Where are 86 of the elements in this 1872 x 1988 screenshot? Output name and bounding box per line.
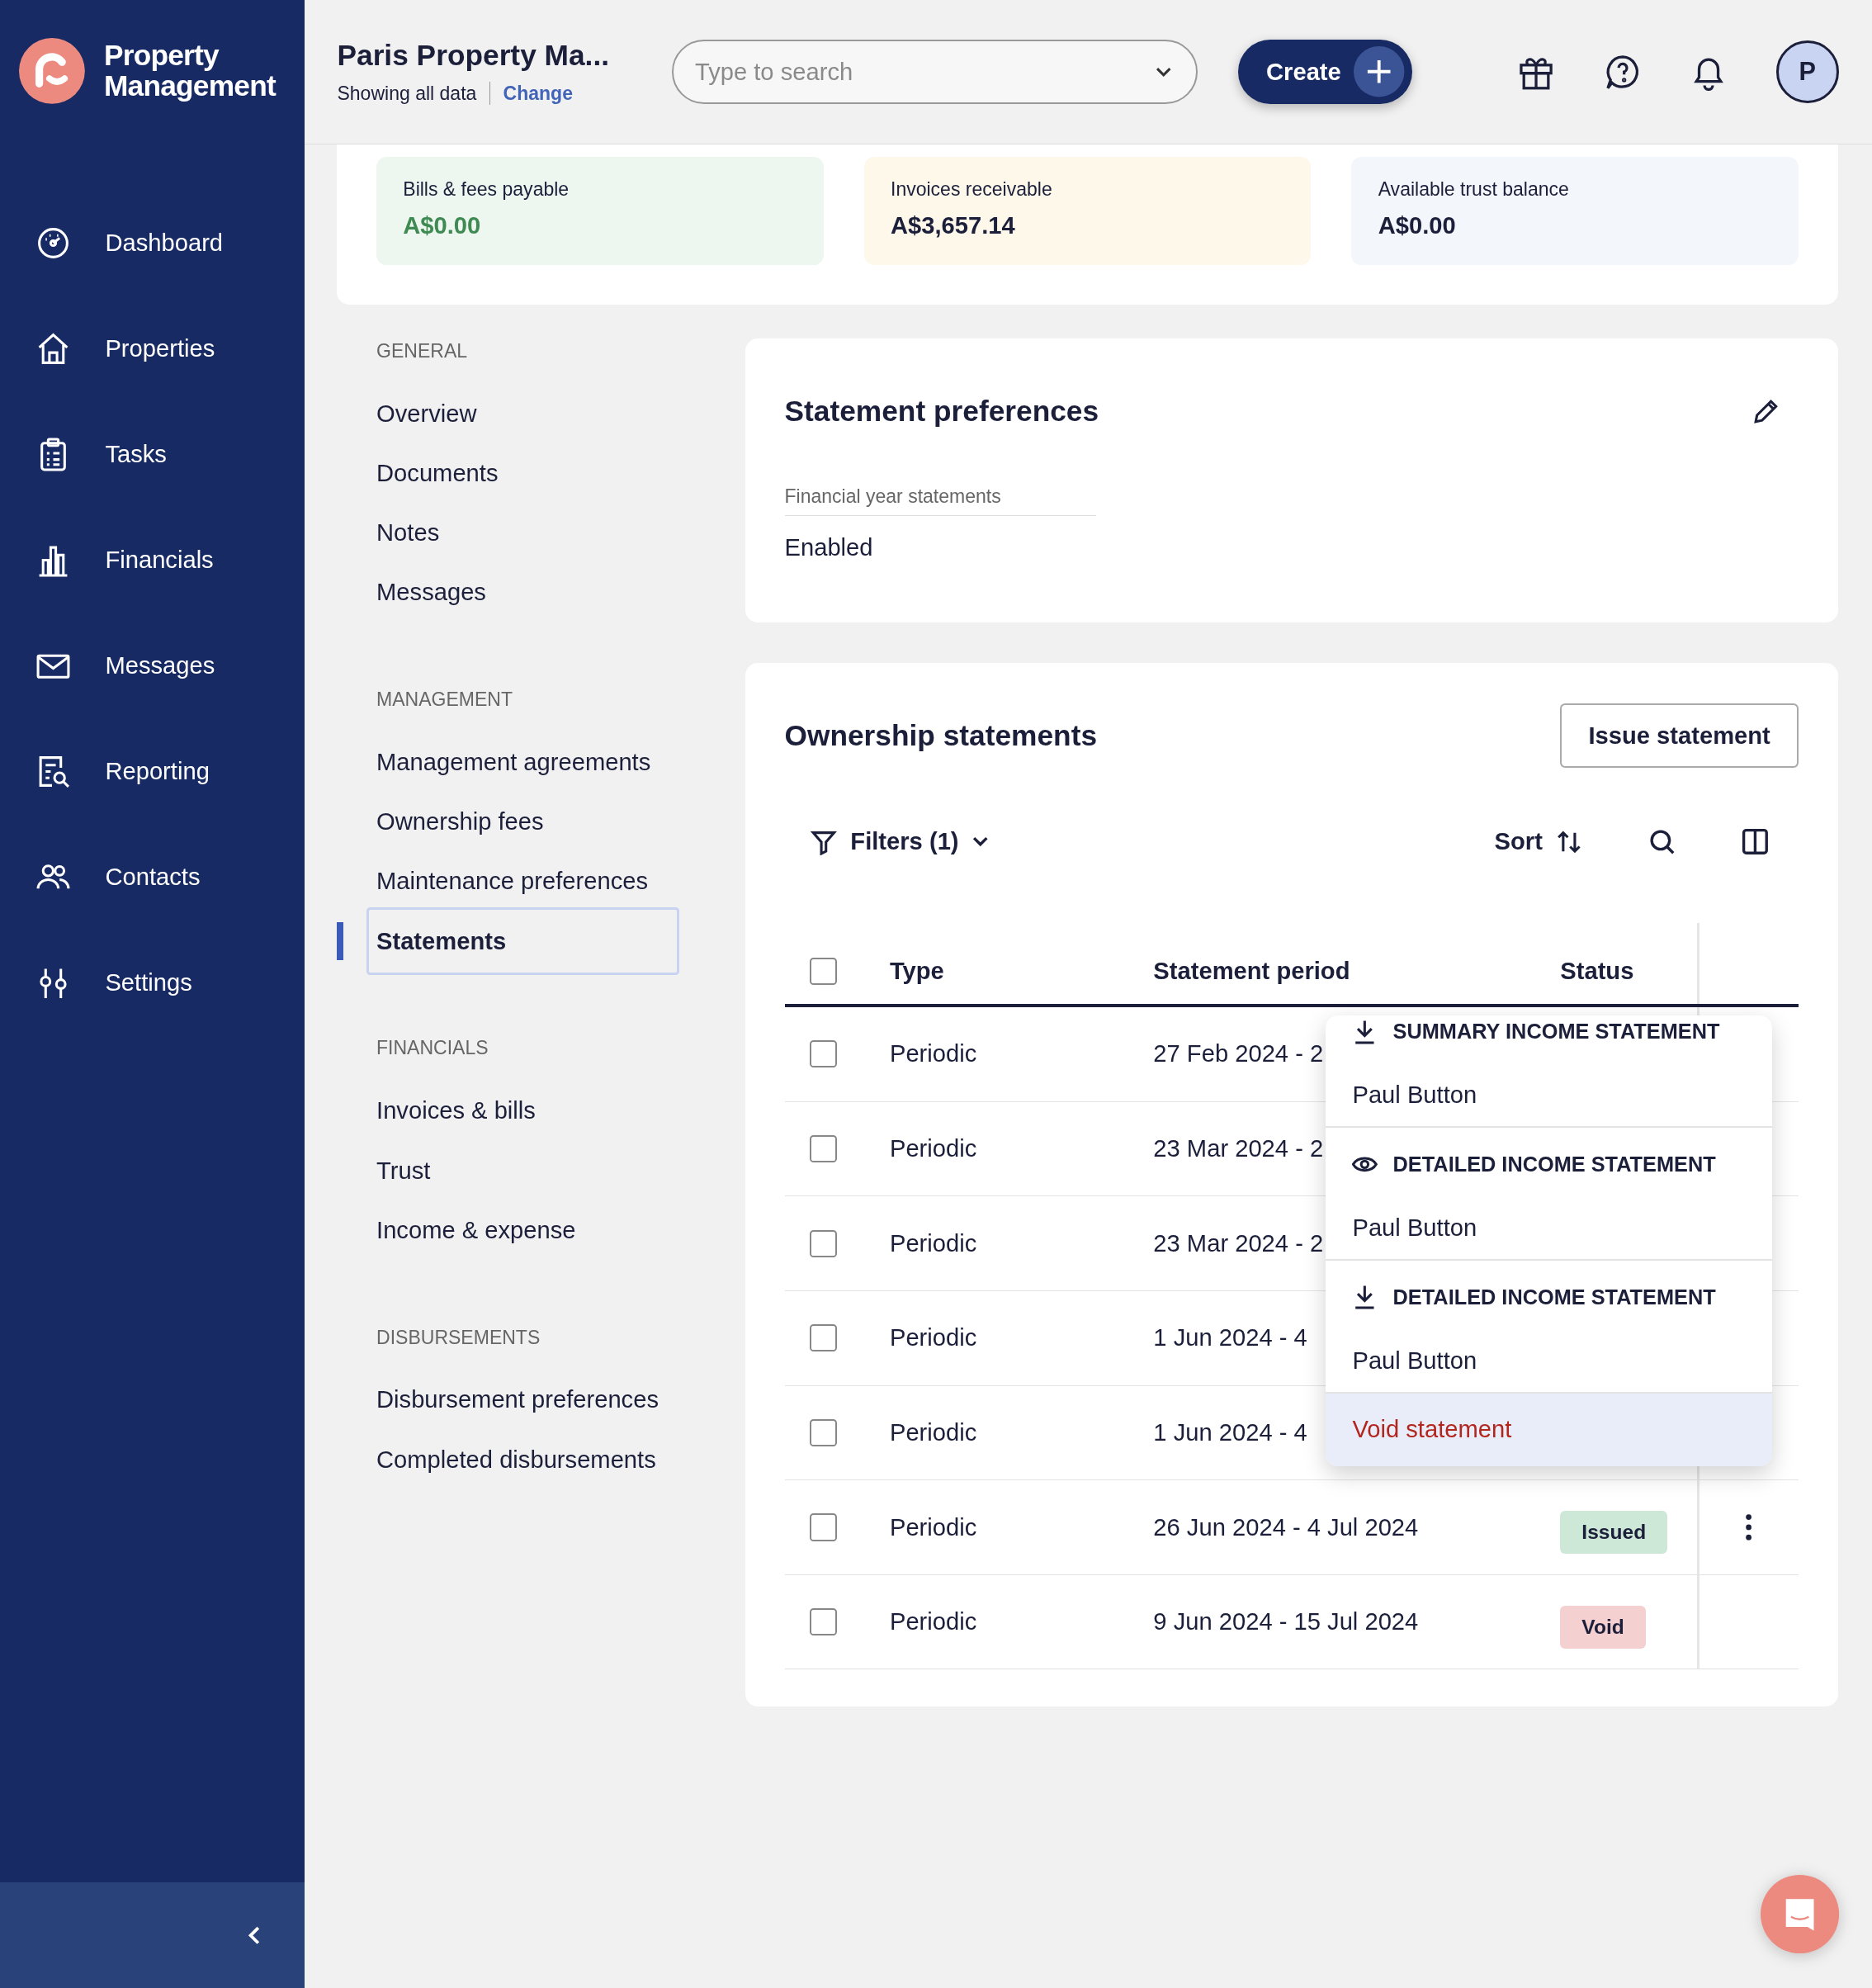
row-checkbox[interactable]	[810, 1229, 838, 1257]
subnav-item[interactable]: Trust	[337, 1157, 431, 1185]
search-field[interactable]: Type to search	[671, 39, 1198, 105]
user-avatar[interactable]: P	[1775, 40, 1840, 104]
table-cell: 23 Mar 2024 - 2	[1153, 1229, 1324, 1257]
section-heading: GENERAL	[376, 338, 469, 363]
row-checkbox[interactable]	[810, 1324, 838, 1352]
summary-value: A$3,657.14	[891, 212, 1016, 240]
subnav-item[interactable]: Income & expense	[337, 1216, 576, 1244]
section-heading: FINANCIALS	[376, 1036, 489, 1061]
summary-label: Bills & fees payable	[403, 178, 570, 201]
brand-name: Property Management	[103, 40, 277, 102]
summary-label: Invoices receivable	[891, 178, 1053, 201]
section-heading: MANAGEMENT	[376, 688, 513, 712]
table-cell: Periodic	[889, 1040, 977, 1068]
subnav-item[interactable]: Ownership fees	[337, 808, 544, 836]
subnav-item[interactable]: Messages	[337, 579, 486, 607]
issue-statement-button[interactable]: Issue statement	[1560, 703, 1799, 769]
more-options-icon[interactable]	[1745, 1513, 1753, 1541]
row-checkbox[interactable]	[810, 1608, 838, 1636]
subnav-item[interactable]: Management agreements	[337, 749, 651, 777]
sidebar-item[interactable]: Dashboard	[0, 190, 305, 296]
void-statement-item[interactable]: Void statement	[1326, 1394, 1772, 1466]
summary-value: A$0.00	[1378, 212, 1457, 240]
table-cell: Periodic	[889, 1324, 977, 1352]
sidebar-item[interactable]: Tasks	[0, 401, 305, 508]
column-header: Status	[1560, 956, 1635, 986]
column-header: Type	[889, 956, 945, 986]
table-cell: Periodic	[889, 1135, 977, 1162]
menu-item[interactable]: SUMMARY INCOME STATEMENT	[1352, 1015, 1762, 1048]
logo-icon	[19, 38, 85, 104]
summary-label: Available trust balance	[1378, 178, 1570, 201]
change-link[interactable]: Change	[503, 82, 573, 105]
selection-indicator	[337, 922, 344, 961]
field-value: Enabled	[784, 533, 874, 561]
chat-button-icon[interactable]	[1760, 1875, 1840, 1954]
sort-button[interactable]: Sort	[1494, 827, 1584, 856]
row-checkbox[interactable]	[810, 1418, 838, 1446]
column-header: Statement period	[1153, 956, 1351, 986]
create-button[interactable]: Create	[1238, 39, 1412, 105]
table-cell: Periodic	[889, 1608, 977, 1636]
field-label: Financial year statements	[784, 485, 1097, 517]
table-cell: Periodic	[889, 1229, 977, 1257]
table-cell: 23 Mar 2024 - 2	[1153, 1135, 1324, 1162]
table-cell: 26 Jun 2024 - 4 Jul 2024	[1153, 1513, 1419, 1541]
subnav-item[interactable]: Invoices & bills	[337, 1097, 536, 1125]
caret-icon	[1154, 66, 1173, 79]
table-cell: 27 Feb 2024 - 2	[1153, 1040, 1324, 1068]
table-cell: Periodic	[889, 1513, 977, 1541]
subnav-item[interactable]: Statements	[366, 907, 680, 975]
select-all-checkbox[interactable]	[810, 957, 838, 985]
subnav-item[interactable]: Completed disbursements	[337, 1446, 656, 1474]
table-cell: 1 Jun 2024 - 4	[1153, 1418, 1307, 1446]
recipient-name: Paul Button	[1352, 1347, 1478, 1375]
sidebar-item[interactable]: Contacts	[0, 824, 305, 930]
subnav-item[interactable]: Disbursement preferences	[337, 1386, 659, 1414]
subnav-item[interactable]: Overview	[337, 400, 477, 428]
subnav-item[interactable]: Documents	[337, 459, 499, 487]
menu-item[interactable]: DETAILED INCOME STATEMENT	[1352, 1148, 1762, 1181]
row-checkbox[interactable]	[810, 1134, 838, 1163]
sidebar-item[interactable]: Properties	[0, 296, 305, 402]
status-tag: Void	[1560, 1605, 1646, 1650]
card-title: Ownership statements	[784, 719, 1098, 753]
sidebar-item[interactable]: Messages	[0, 613, 305, 719]
table-cell: 9 Jun 2024 - 15 Jul 2024	[1153, 1608, 1419, 1636]
row-checkbox[interactable]	[810, 1040, 838, 1068]
card-title: Statement preferences	[784, 395, 1099, 428]
data-scope-text: Showing all data	[337, 82, 477, 105]
table-cell: Periodic	[889, 1418, 977, 1446]
sidebar-item[interactable]: Reporting	[0, 718, 305, 825]
menu-item[interactable]: DETAILED INCOME STATEMENT	[1352, 1280, 1762, 1314]
status-tag: Issued	[1560, 1510, 1668, 1555]
property-title: Paris Property Ma...	[337, 39, 611, 73]
caret-icon	[971, 835, 990, 849]
sidebar-item[interactable]: Settings	[0, 930, 305, 1036]
summary-value: A$0.00	[403, 212, 482, 240]
sidebar-item[interactable]: Financials	[0, 507, 305, 613]
subnav-item[interactable]: Maintenance preferences	[337, 868, 649, 896]
plus-icon	[1354, 46, 1405, 97]
table-cell: 1 Jun 2024 - 4	[1153, 1324, 1307, 1352]
recipient-name: Paul Button	[1352, 1081, 1478, 1109]
subnav-item[interactable]: Notes	[337, 519, 440, 547]
section-heading: DISBURSEMENTS	[376, 1325, 541, 1350]
recipient-name: Paul Button	[1352, 1214, 1478, 1242]
row-checkbox[interactable]	[810, 1513, 838, 1541]
filters-button[interactable]: Filters (1)	[810, 827, 990, 856]
